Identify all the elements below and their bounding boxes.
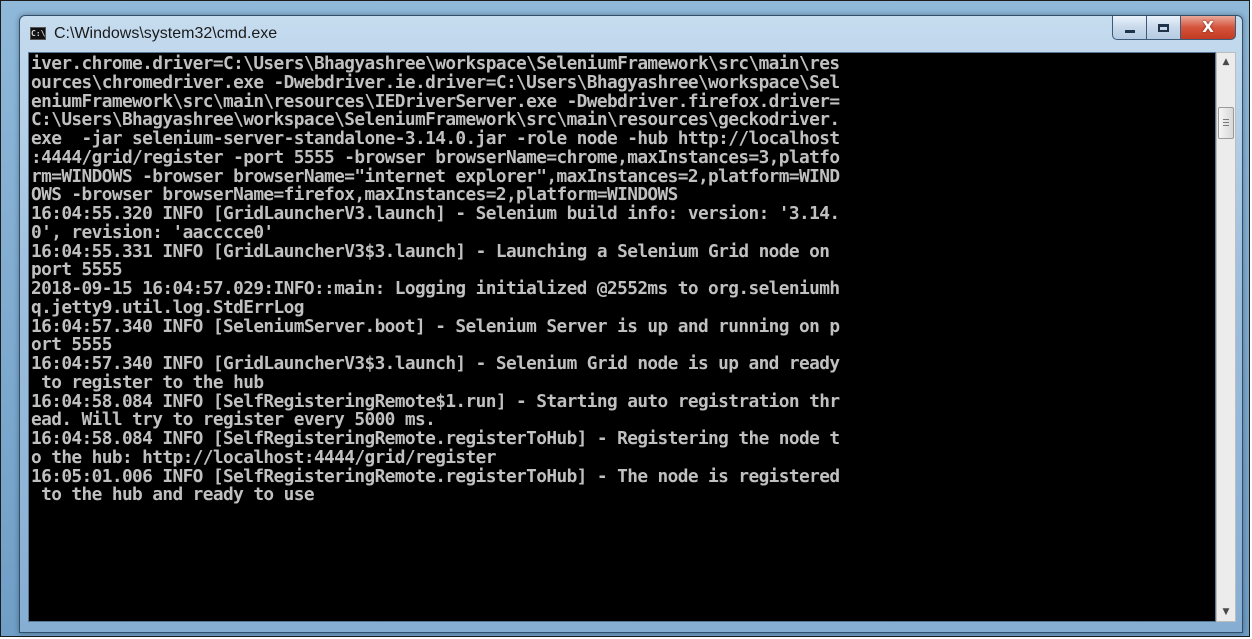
scroll-up-arrow-icon[interactable]: ▲	[1217, 53, 1235, 71]
minimize-button[interactable]	[1112, 16, 1146, 40]
cmd-app-icon[interactable]: C:\	[30, 27, 46, 40]
console-text: iver.chrome.driver=C:\Users\Bhagyashree\…	[31, 53, 840, 506]
screenshot-frame: C:\ C:\Windows\system32\cmd.exe X iver.c…	[0, 0, 1250, 637]
console-output[interactable]: iver.chrome.driver=C:\Users\Bhagyashree\…	[28, 52, 1216, 622]
scrollbar-thumb[interactable]	[1218, 107, 1234, 139]
close-icon: X	[1202, 18, 1214, 36]
scroll-down-arrow-icon[interactable]: ▼	[1217, 603, 1235, 621]
minimize-icon	[1124, 30, 1135, 33]
thumb-grip-line	[1223, 119, 1229, 120]
cmd-window: C:\ C:\Windows\system32\cmd.exe X iver.c…	[19, 15, 1243, 633]
thumb-grip-line	[1223, 125, 1229, 126]
caption-buttons: X	[1112, 16, 1236, 40]
close-button[interactable]: X	[1180, 16, 1236, 40]
maximize-button[interactable]	[1146, 16, 1180, 40]
maximize-icon	[1158, 23, 1169, 32]
thumb-grip-line	[1223, 122, 1229, 123]
vertical-scrollbar[interactable]: ▲ ▼	[1216, 52, 1236, 622]
window-title: C:\Windows\system32\cmd.exe	[54, 25, 278, 42]
title-bar[interactable]: C:\ C:\Windows\system32\cmd.exe X	[20, 16, 1242, 52]
